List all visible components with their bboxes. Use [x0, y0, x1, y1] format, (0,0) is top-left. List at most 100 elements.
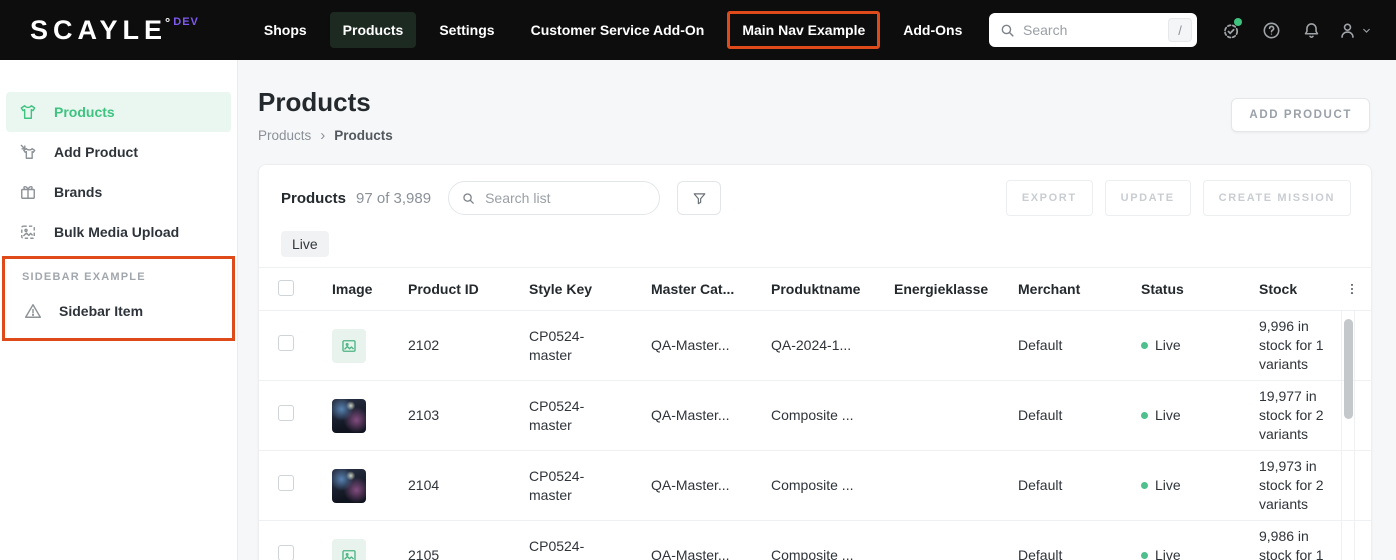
sidebar-item-label: Bulk Media Upload [54, 224, 180, 240]
column-header-produktname[interactable]: Produktname [771, 281, 894, 297]
cell-product-name: Composite ... [771, 477, 854, 494]
cell-style-key: CP0524-master [529, 397, 585, 433]
product-image[interactable] [332, 328, 366, 363]
list-count: 97 of 3,989 [356, 189, 432, 207]
environment-badge: DEV [173, 15, 199, 28]
global-search[interactable]: / [989, 13, 1197, 47]
sidebar: Products Add Product Brands Bulk Media U… [0, 60, 238, 560]
table-row[interactable]: 2105 CP0524-master QA-Master... Composit… [259, 521, 1371, 560]
list-search-input[interactable] [485, 190, 648, 206]
breadcrumb-products[interactable]: Products [258, 128, 311, 143]
status-badge: Live [1155, 407, 1181, 424]
cell-status: Live [1141, 476, 1259, 495]
cell-product-id: 2105 [408, 547, 440, 560]
status-dot-icon [1141, 411, 1148, 419]
nav-item-products[interactable]: Products [329, 12, 417, 48]
cell-style-key: CP0524-master [529, 327, 585, 363]
nav-item-main-nav-example[interactable]: Main Nav Example [727, 11, 881, 49]
user-icon [1337, 20, 1358, 41]
list-search[interactable] [448, 181, 661, 215]
export-button[interactable]: EXPORT [1005, 180, 1093, 216]
scayle-logo[interactable]: SCAYLE ° DEV [30, 14, 199, 45]
add-product-button[interactable]: ADD PRODUCT [1231, 98, 1370, 132]
search-input[interactable] [1023, 22, 1168, 38]
nav-item-shops[interactable]: Shops [251, 12, 320, 48]
page-title: Products [258, 87, 371, 117]
breadcrumb-current: Products [334, 128, 393, 143]
help-button[interactable] [1251, 10, 1291, 50]
filter-funnel-icon [693, 192, 706, 204]
column-header-stock[interactable]: Stock [1259, 281, 1341, 297]
product-image[interactable] [332, 468, 366, 503]
table-row[interactable]: 2104 CP0524-master QA-Master... Composit… [259, 451, 1371, 521]
products-table: Image Product ID Style Key Master Cat...… [259, 267, 1371, 560]
tshirt-icon [17, 101, 39, 123]
sidebar-item-sidebar-item[interactable]: Sidebar Item [11, 291, 226, 331]
row-checkbox[interactable] [278, 545, 294, 560]
update-button[interactable]: UPDATE [1104, 180, 1191, 216]
row-checkbox[interactable] [278, 405, 294, 422]
search-shortcut-key: / [1168, 18, 1192, 42]
products-list-card: Products 97 of 3,989 EXPORT UPDATE CREAT… [258, 164, 1372, 560]
cell-stock: 9,986 in stock for 1 variants [1259, 528, 1324, 560]
row-checkbox[interactable] [278, 335, 294, 352]
cell-master-category: QA-Master... [651, 477, 730, 494]
logo-text: SCAYLE [30, 14, 168, 45]
status-badge: Live [1155, 477, 1181, 494]
tab-live[interactable]: Live [281, 231, 329, 257]
cell-merchant: Default [1018, 337, 1063, 354]
table-row[interactable]: 2102 CP0524-master QA-Master... QA-2024-… [259, 311, 1371, 381]
sidebar-item-label: Sidebar Item [59, 303, 144, 319]
list-toolbar: Products 97 of 3,989 EXPORT UPDATE CREAT… [259, 165, 1371, 229]
nav-item-add-ons[interactable]: Add-Ons [890, 12, 975, 48]
column-header-merchant[interactable]: Merchant [1018, 281, 1141, 297]
status-dot-icon [1141, 341, 1148, 349]
sidebar-section-header: SIDEBAR EXAMPLE [22, 271, 146, 283]
task-status-button[interactable] [1211, 10, 1251, 50]
scrollbar-thumb[interactable] [1344, 319, 1353, 419]
column-header-energieklasse[interactable]: Energieklasse [894, 281, 1018, 297]
column-header-product-id[interactable]: Product ID [408, 281, 529, 297]
nav-item-settings[interactable]: Settings [426, 12, 507, 48]
warning-icon [22, 300, 44, 322]
search-icon [999, 22, 1016, 39]
table-options-kebab-icon[interactable] [1343, 279, 1361, 299]
nav-item-customer-service-add-on[interactable]: Customer Service Add-On [518, 12, 718, 48]
sidebar-item-bulk-media-upload[interactable]: Bulk Media Upload [6, 212, 231, 252]
table-header-row: Image Product ID Style Key Master Cat...… [259, 267, 1371, 311]
column-header-master-category[interactable]: Master Cat... [651, 281, 771, 297]
notification-dot [1234, 18, 1242, 26]
status-badge: Live [1155, 337, 1181, 354]
column-header-style-key[interactable]: Style Key [529, 281, 651, 297]
sidebar-item-products[interactable]: Products [6, 92, 231, 132]
product-image[interactable] [332, 398, 366, 433]
account-menu-button[interactable] [1331, 20, 1372, 41]
media-upload-icon [17, 221, 39, 243]
table-scrollbar [1341, 311, 1355, 560]
status-dot-icon [1141, 551, 1148, 559]
cell-style-key: CP0524-master [529, 537, 585, 560]
sidebar-item-add-product[interactable]: Add Product [6, 132, 231, 172]
product-image[interactable] [332, 538, 366, 560]
filter-button[interactable] [677, 181, 722, 215]
cell-product-name: Composite ... [771, 547, 854, 560]
notifications-bell-button[interactable] [1291, 10, 1331, 50]
create-mission-button[interactable]: CREATE MISSION [1202, 180, 1351, 216]
search-icon [461, 191, 476, 206]
cell-stock: 19,973 in stock for 2 variants [1259, 458, 1324, 512]
cell-status: Live [1141, 546, 1259, 560]
breadcrumb-separator-icon: › [320, 127, 326, 144]
logo-degree-mark: ° [165, 14, 171, 30]
cell-merchant: Default [1018, 547, 1063, 560]
gift-icon [17, 181, 39, 203]
cell-master-category: QA-Master... [651, 547, 730, 560]
column-header-image[interactable]: Image [329, 281, 408, 297]
select-all-checkbox[interactable] [278, 279, 294, 296]
sidebar-item-brands[interactable]: Brands [6, 172, 231, 212]
row-checkbox[interactable] [278, 475, 294, 492]
cell-master-category: QA-Master... [651, 407, 730, 424]
cell-product-id: 2104 [408, 477, 440, 494]
cell-product-id: 2102 [408, 337, 440, 354]
column-header-status[interactable]: Status [1141, 281, 1259, 297]
table-row[interactable]: 2103 CP0524-master QA-Master... Composit… [259, 381, 1371, 451]
